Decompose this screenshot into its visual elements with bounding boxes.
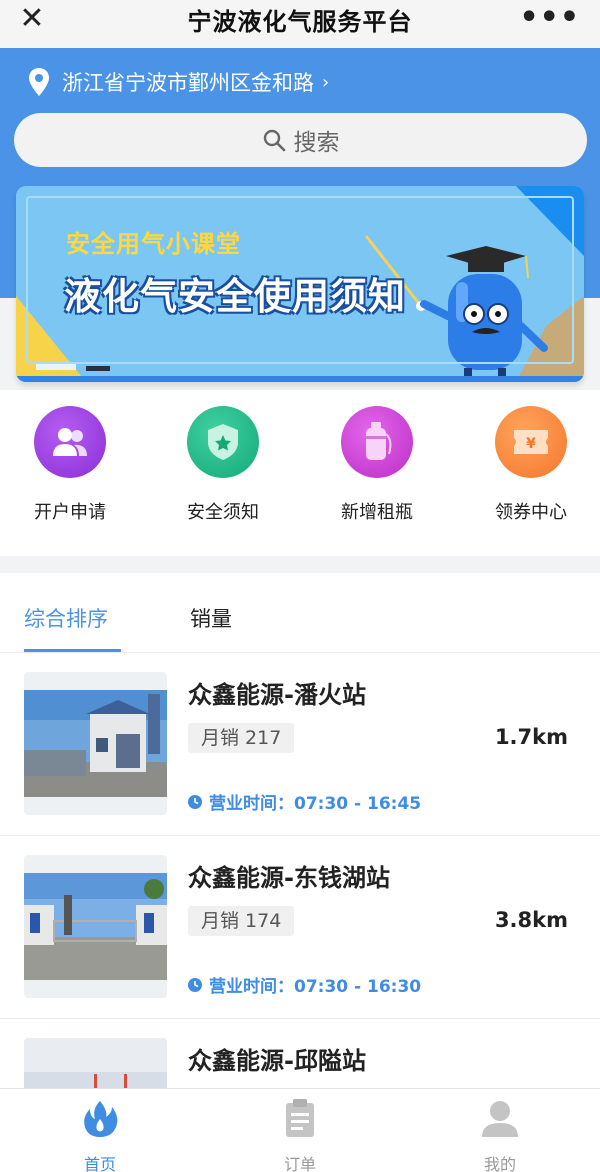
action-safety-notice[interactable]: 安全须知	[153, 406, 293, 524]
store-monthly-sales: 月销 217	[188, 723, 295, 753]
tab-comprehensive[interactable]: 综合排序	[24, 603, 108, 633]
store-photo	[24, 672, 167, 815]
home-flame-icon	[84, 1101, 118, 1137]
store-item[interactable]: 众鑫能源-潘火站 月销 217 1.7km 营业时间：07:30 - 16:45	[0, 653, 600, 836]
action-label: 领券中心	[495, 502, 567, 523]
title-bar: ✕ 宁波液化气服务平台 •••	[0, 0, 600, 48]
quick-actions: 开户申请 安全须知 新增租瓶 ¥ 领券中心	[0, 390, 600, 556]
svg-text:¥: ¥	[526, 436, 536, 452]
promo-banner[interactable]: 安全用气小课堂 液化气安全使用须知	[16, 186, 584, 382]
banner-subtitle: 安全用气小课堂	[66, 230, 241, 258]
store-distance: 1.7km	[494, 725, 568, 749]
store-distance: 3.8km	[494, 908, 568, 932]
action-coupon-center[interactable]: ¥ 领券中心	[461, 406, 600, 524]
sort-tabs: 综合排序 销量	[0, 573, 600, 653]
active-tab-indicator	[24, 649, 121, 652]
store-hours-text: 营业时间：07:30 - 16:30	[209, 977, 422, 997]
gas-cylinder-icon	[341, 406, 413, 478]
nav-home[interactable]: 首页	[40, 1097, 160, 1172]
nav-orders[interactable]: 订单	[240, 1097, 360, 1172]
search-icon	[263, 129, 285, 152]
store-monthly-sales: 月销 174	[188, 906, 295, 936]
store-list-section: 综合排序 销量 众鑫能源-潘火站 月销 217 1.7km 营业时间：07:30…	[0, 573, 600, 1172]
tab-sales[interactable]: 销量	[190, 603, 232, 633]
search-bar[interactable]: 搜索	[14, 113, 587, 167]
chevron-right-icon: ›	[322, 71, 330, 93]
location-text: 浙江省宁波市鄞州区金和路	[62, 71, 314, 95]
clock-icon	[188, 794, 202, 809]
coupon-icon: ¥	[495, 406, 567, 478]
banner-title: 液化气安全使用须知	[64, 275, 406, 318]
nav-label: 订单	[283, 1155, 316, 1172]
store-hours: 营业时间：07:30 - 16:30	[188, 972, 421, 997]
bottom-navigation: 首页 订单 我的	[0, 1088, 600, 1172]
more-options-icon[interactable]: •••	[519, 0, 580, 35]
nav-label: 首页	[83, 1155, 116, 1172]
clock-icon	[188, 977, 202, 992]
nav-profile[interactable]: 我的	[440, 1097, 560, 1172]
shield-star-icon	[187, 406, 259, 478]
nav-label: 我的	[483, 1155, 516, 1172]
location-selector[interactable]: 浙江省宁波市鄞州区金和路 ›	[28, 64, 329, 100]
action-new-cylinder-rental[interactable]: 新增租瓶	[307, 406, 447, 524]
user-icon	[482, 1101, 518, 1137]
clipboard-icon	[286, 1099, 314, 1137]
action-label: 开户申请	[34, 502, 106, 523]
store-item[interactable]: 众鑫能源-东钱湖站 月销 174 3.8km 营业时间：07:30 - 16:3…	[0, 836, 600, 1019]
store-photo	[24, 855, 167, 998]
search-placeholder: 搜索	[293, 130, 340, 156]
page-title: 宁波液化气服务平台	[187, 8, 413, 36]
store-name: 众鑫能源-东钱湖站	[188, 864, 390, 892]
store-name: 众鑫能源-邱隘站	[188, 1047, 366, 1075]
users-icon	[34, 406, 106, 478]
action-label: 安全须知	[187, 502, 259, 523]
location-pin-icon	[29, 68, 49, 96]
store-hours-text: 营业时间：07:30 - 16:45	[209, 794, 422, 814]
action-account-open[interactable]: 开户申请	[0, 406, 140, 524]
store-hours: 营业时间：07:30 - 16:45	[188, 789, 421, 814]
action-label: 新增租瓶	[341, 502, 413, 523]
store-name: 众鑫能源-潘火站	[188, 681, 366, 709]
